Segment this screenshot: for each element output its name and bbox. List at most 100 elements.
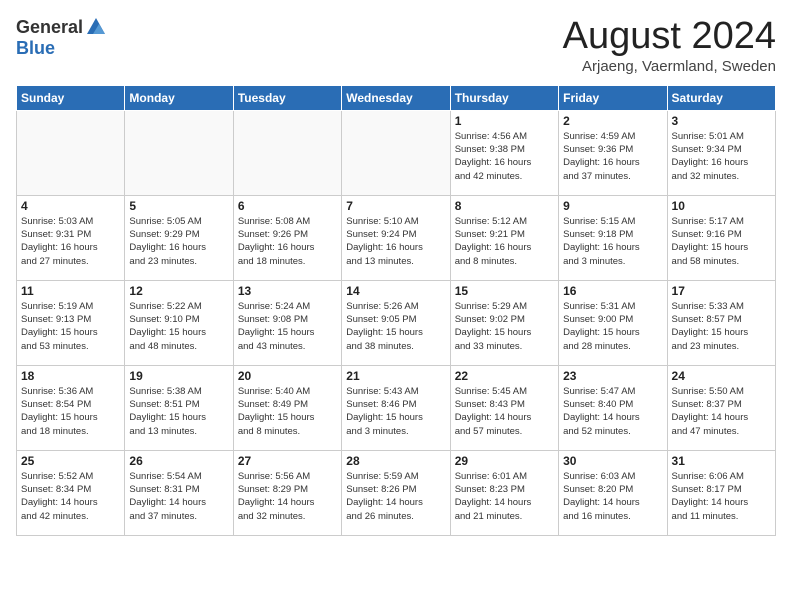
day-number: 28: [346, 454, 445, 468]
day-info: Sunrise: 5:36 AM Sunset: 8:54 PM Dayligh…: [21, 385, 120, 438]
day-info: Sunrise: 5:33 AM Sunset: 8:57 PM Dayligh…: [672, 300, 771, 353]
calendar-day-cell: 21 Sunrise: 5:43 AM Sunset: 8:46 PM Dayli…: [342, 365, 450, 450]
calendar-day-cell: 26 Sunrise: 5:54 AM Sunset: 8:31 PM Dayli…: [125, 450, 233, 535]
calendar-day-cell: 2 Sunrise: 4:59 AM Sunset: 9:36 PM Daylig…: [559, 110, 667, 195]
calendar-week-row: 18 Sunrise: 5:36 AM Sunset: 8:54 PM Dayli…: [17, 365, 776, 450]
day-number: 12: [129, 284, 228, 298]
calendar-week-row: 25Sunrise: 5:52 AM Sunset: 8:34 PM Dayli…: [17, 450, 776, 535]
calendar-day-cell: [342, 110, 450, 195]
day-number: 1: [455, 114, 554, 128]
day-info: Sunrise: 5:31 AM Sunset: 9:00 PM Dayligh…: [563, 300, 662, 353]
calendar-day-cell: 22 Sunrise: 5:45 AM Sunset: 8:43 PM Dayli…: [450, 365, 558, 450]
day-number: 13: [238, 284, 337, 298]
day-info: Sunrise: 5:15 AM Sunset: 9:18 PM Dayligh…: [563, 215, 662, 268]
day-number: 27: [238, 454, 337, 468]
day-info: Sunrise: 5:47 AM Sunset: 8:40 PM Dayligh…: [563, 385, 662, 438]
day-number: 9: [563, 199, 662, 213]
page-header: General Blue August 2024 Arjaeng, Vaerml…: [16, 16, 776, 75]
day-number: 29: [455, 454, 554, 468]
day-info: Sunrise: 5:08 AM Sunset: 9:26 PM Dayligh…: [238, 215, 337, 268]
day-info: Sunrise: 5:38 AM Sunset: 8:51 PM Dayligh…: [129, 385, 228, 438]
day-info: Sunrise: 5:01 AM Sunset: 9:34 PM Dayligh…: [672, 130, 771, 183]
day-number: 10: [672, 199, 771, 213]
calendar-day-cell: 23 Sunrise: 5:47 AM Sunset: 8:40 PM Dayli…: [559, 365, 667, 450]
day-info: Sunrise: 5:24 AM Sunset: 9:08 PM Dayligh…: [238, 300, 337, 353]
day-number: 25: [21, 454, 120, 468]
day-number: 19: [129, 369, 228, 383]
day-number: 2: [563, 114, 662, 128]
calendar-day-cell: 14Sunrise: 5:26 AM Sunset: 9:05 PM Dayli…: [342, 280, 450, 365]
month-title: August 2024: [563, 16, 776, 58]
calendar-day-cell: 4 Sunrise: 5:03 AM Sunset: 9:31 PM Daylig…: [17, 195, 125, 280]
day-number: 22: [455, 369, 554, 383]
calendar-day-cell: 12 Sunrise: 5:22 AM Sunset: 9:10 PM Dayli…: [125, 280, 233, 365]
day-number: 16: [563, 284, 662, 298]
calendar-day-cell: 9 Sunrise: 5:15 AM Sunset: 9:18 PM Daylig…: [559, 195, 667, 280]
logo-general-text: General: [16, 17, 83, 38]
calendar-day-cell: 31Sunrise: 6:06 AM Sunset: 8:17 PM Dayli…: [667, 450, 775, 535]
calendar-day-cell: 24 Sunrise: 5:50 AM Sunset: 8:37 PM Dayli…: [667, 365, 775, 450]
calendar-day-cell: 13 Sunrise: 5:24 AM Sunset: 9:08 PM Dayli…: [233, 280, 341, 365]
calendar-day-cell: 18 Sunrise: 5:36 AM Sunset: 8:54 PM Dayli…: [17, 365, 125, 450]
day-info: Sunrise: 5:43 AM Sunset: 8:46 PM Dayligh…: [346, 385, 445, 438]
day-info: Sunrise: 5:29 AM Sunset: 9:02 PM Dayligh…: [455, 300, 554, 353]
calendar-table: SundayMondayTuesdayWednesdayThursdayFrid…: [16, 85, 776, 536]
calendar-day-cell: 11 Sunrise: 5:19 AM Sunset: 9:13 PM Dayli…: [17, 280, 125, 365]
day-number: 4: [21, 199, 120, 213]
day-info: Sunrise: 5:54 AM Sunset: 8:31 PM Dayligh…: [129, 470, 228, 523]
day-number: 17: [672, 284, 771, 298]
calendar-week-row: 1 Sunrise: 4:56 AM Sunset: 9:38 PM Daylig…: [17, 110, 776, 195]
calendar-day-cell: 6 Sunrise: 5:08 AM Sunset: 9:26 PM Daylig…: [233, 195, 341, 280]
logo-blue-text: Blue: [16, 38, 55, 59]
day-info: Sunrise: 5:56 AM Sunset: 8:29 PM Dayligh…: [238, 470, 337, 523]
calendar-day-cell: 17 Sunrise: 5:33 AM Sunset: 8:57 PM Dayli…: [667, 280, 775, 365]
day-info: Sunrise: 4:56 AM Sunset: 9:38 PM Dayligh…: [455, 130, 554, 183]
day-number: 7: [346, 199, 445, 213]
calendar-day-cell: 15 Sunrise: 5:29 AM Sunset: 9:02 PM Dayli…: [450, 280, 558, 365]
day-number: 21: [346, 369, 445, 383]
day-info: Sunrise: 5:26 AM Sunset: 9:05 PM Dayligh…: [346, 300, 445, 353]
calendar-header-row: SundayMondayTuesdayWednesdayThursdayFrid…: [17, 85, 776, 110]
day-info: Sunrise: 5:05 AM Sunset: 9:29 PM Dayligh…: [129, 215, 228, 268]
day-info: Sunrise: 5:50 AM Sunset: 8:37 PM Dayligh…: [672, 385, 771, 438]
calendar-day-cell: 5Sunrise: 5:05 AM Sunset: 9:29 PM Daylig…: [125, 195, 233, 280]
calendar-day-cell: [125, 110, 233, 195]
weekday-header: Friday: [559, 85, 667, 110]
day-number: 24: [672, 369, 771, 383]
weekday-header: Tuesday: [233, 85, 341, 110]
calendar-day-cell: 27 Sunrise: 5:56 AM Sunset: 8:29 PM Dayli…: [233, 450, 341, 535]
day-number: 11: [21, 284, 120, 298]
logo: General Blue: [16, 16, 107, 59]
calendar-day-cell: 1 Sunrise: 4:56 AM Sunset: 9:38 PM Daylig…: [450, 110, 558, 195]
weekday-header: Saturday: [667, 85, 775, 110]
weekday-header: Sunday: [17, 85, 125, 110]
day-number: 26: [129, 454, 228, 468]
calendar-day-cell: 8Sunrise: 5:12 AM Sunset: 9:21 PM Daylig…: [450, 195, 558, 280]
location-text: Arjaeng, Vaermland, Sweden: [563, 58, 776, 75]
weekday-header: Thursday: [450, 85, 558, 110]
day-info: Sunrise: 5:03 AM Sunset: 9:31 PM Dayligh…: [21, 215, 120, 268]
day-info: Sunrise: 5:19 AM Sunset: 9:13 PM Dayligh…: [21, 300, 120, 353]
weekday-header: Wednesday: [342, 85, 450, 110]
calendar-day-cell: 19 Sunrise: 5:38 AM Sunset: 8:51 PM Dayli…: [125, 365, 233, 450]
day-number: 6: [238, 199, 337, 213]
weekday-header: Monday: [125, 85, 233, 110]
day-info: Sunrise: 5:12 AM Sunset: 9:21 PM Dayligh…: [455, 215, 554, 268]
day-info: Sunrise: 5:17 AM Sunset: 9:16 PM Dayligh…: [672, 215, 771, 268]
calendar-day-cell: 10 Sunrise: 5:17 AM Sunset: 9:16 PM Dayli…: [667, 195, 775, 280]
calendar-day-cell: 16 Sunrise: 5:31 AM Sunset: 9:00 PM Dayli…: [559, 280, 667, 365]
day-number: 15: [455, 284, 554, 298]
day-info: Sunrise: 4:59 AM Sunset: 9:36 PM Dayligh…: [563, 130, 662, 183]
day-info: Sunrise: 5:59 AM Sunset: 8:26 PM Dayligh…: [346, 470, 445, 523]
day-info: Sunrise: 5:45 AM Sunset: 8:43 PM Dayligh…: [455, 385, 554, 438]
calendar-day-cell: 7Sunrise: 5:10 AM Sunset: 9:24 PM Daylig…: [342, 195, 450, 280]
calendar-day-cell: 30Sunrise: 6:03 AM Sunset: 8:20 PM Dayli…: [559, 450, 667, 535]
calendar-day-cell: [17, 110, 125, 195]
day-info: Sunrise: 5:22 AM Sunset: 9:10 PM Dayligh…: [129, 300, 228, 353]
calendar-day-cell: 20Sunrise: 5:40 AM Sunset: 8:49 PM Dayli…: [233, 365, 341, 450]
day-number: 18: [21, 369, 120, 383]
day-info: Sunrise: 6:01 AM Sunset: 8:23 PM Dayligh…: [455, 470, 554, 523]
calendar-day-cell: 3Sunrise: 5:01 AM Sunset: 9:34 PM Daylig…: [667, 110, 775, 195]
calendar-day-cell: [233, 110, 341, 195]
day-number: 23: [563, 369, 662, 383]
